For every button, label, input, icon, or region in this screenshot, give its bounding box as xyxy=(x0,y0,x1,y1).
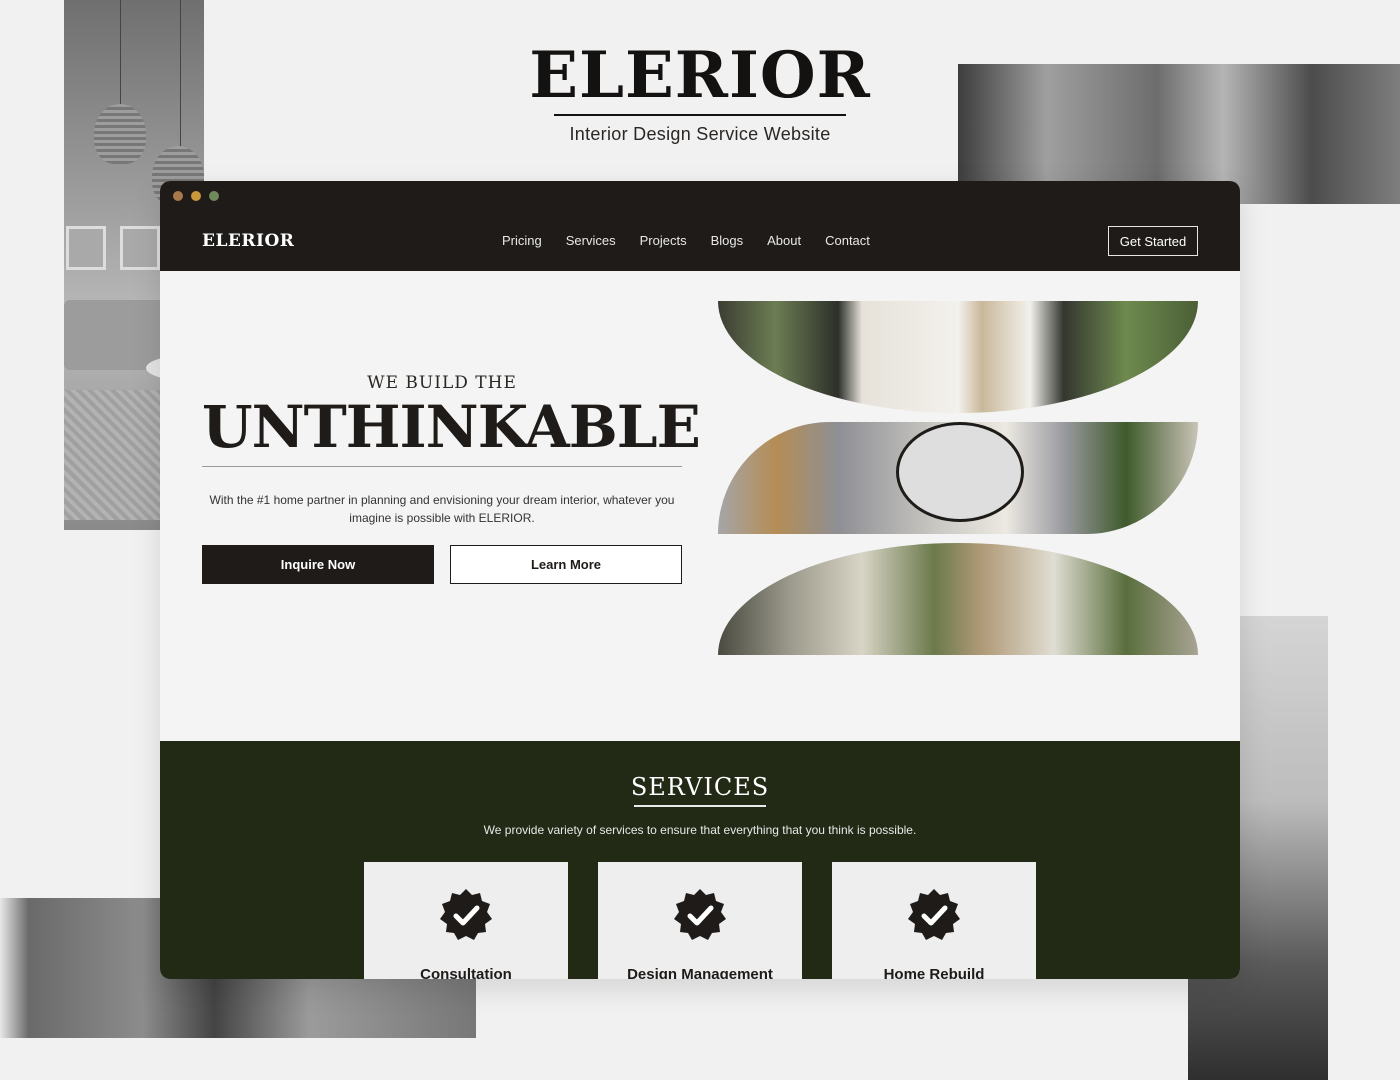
brand-title: ELERIOR xyxy=(529,38,871,113)
window-dot-icon[interactable] xyxy=(209,191,219,201)
nav-link-about[interactable]: About xyxy=(767,233,801,248)
brand-subtitle: Interior Design Service Website xyxy=(569,124,831,144)
pendant-lamp xyxy=(94,104,146,164)
hero-title: UNTHINKABLE xyxy=(202,393,701,461)
nav-logo[interactable]: ELERIOR xyxy=(202,231,294,251)
service-card-design-management[interactable]: Design Management xyxy=(598,862,802,979)
nav-link-blogs[interactable]: Blogs xyxy=(711,233,744,248)
hero-divider xyxy=(202,466,682,467)
site-navbar: ELERIOR Pricing Services Projects Blogs … xyxy=(160,211,1240,271)
round-mirror xyxy=(896,422,1024,522)
learn-more-button[interactable]: Learn More xyxy=(450,545,682,584)
service-card-consultation[interactable]: Consultation xyxy=(364,862,568,979)
services-description: We provide variety of services to ensure… xyxy=(483,823,917,837)
services-title: SERVICES xyxy=(630,773,770,801)
hero-description: With the #1 home partner in planning and… xyxy=(209,493,675,525)
inquire-now-button[interactable]: Inquire Now xyxy=(202,545,434,584)
nav-link-services[interactable]: Services xyxy=(566,233,616,248)
service-card-home-rebuild[interactable]: Home Rebuild xyxy=(832,862,1036,979)
service-card-label: Home Rebuild xyxy=(883,966,985,979)
hero-image-fireplace xyxy=(718,301,1198,413)
services-divider xyxy=(634,805,766,807)
hero-image-open-lounge xyxy=(718,543,1198,655)
nav-link-contact[interactable]: Contact xyxy=(825,233,870,248)
verified-badge-icon xyxy=(674,889,726,940)
hero-section: WE BUILD THE UNTHINKABLE With the #1 hom… xyxy=(160,271,1240,741)
window-dot-icon[interactable] xyxy=(191,191,201,201)
browser-window: ELERIOR Pricing Services Projects Blogs … xyxy=(160,181,1240,979)
brand-header: ELERIOR Interior Design Service Website xyxy=(500,40,900,145)
nav-link-pricing[interactable]: Pricing xyxy=(502,233,542,248)
service-card-label: Consultation xyxy=(420,966,512,979)
browser-titlebar xyxy=(160,181,1240,211)
service-card-label: Design Management xyxy=(627,966,773,979)
brand-divider xyxy=(554,114,846,116)
nav-links: Pricing Services Projects Blogs About Co… xyxy=(502,233,894,248)
get-started-button[interactable]: Get Started xyxy=(1108,226,1198,256)
window-dot-icon[interactable] xyxy=(173,191,183,201)
verified-badge-icon xyxy=(908,889,960,940)
services-section: SERVICES We provide variety of services … xyxy=(160,741,1240,979)
nav-link-projects[interactable]: Projects xyxy=(640,233,687,248)
hero-image-mirror-room xyxy=(718,422,1198,534)
hero-kicker: WE BUILD THE xyxy=(367,373,517,393)
verified-badge-icon xyxy=(440,889,492,940)
